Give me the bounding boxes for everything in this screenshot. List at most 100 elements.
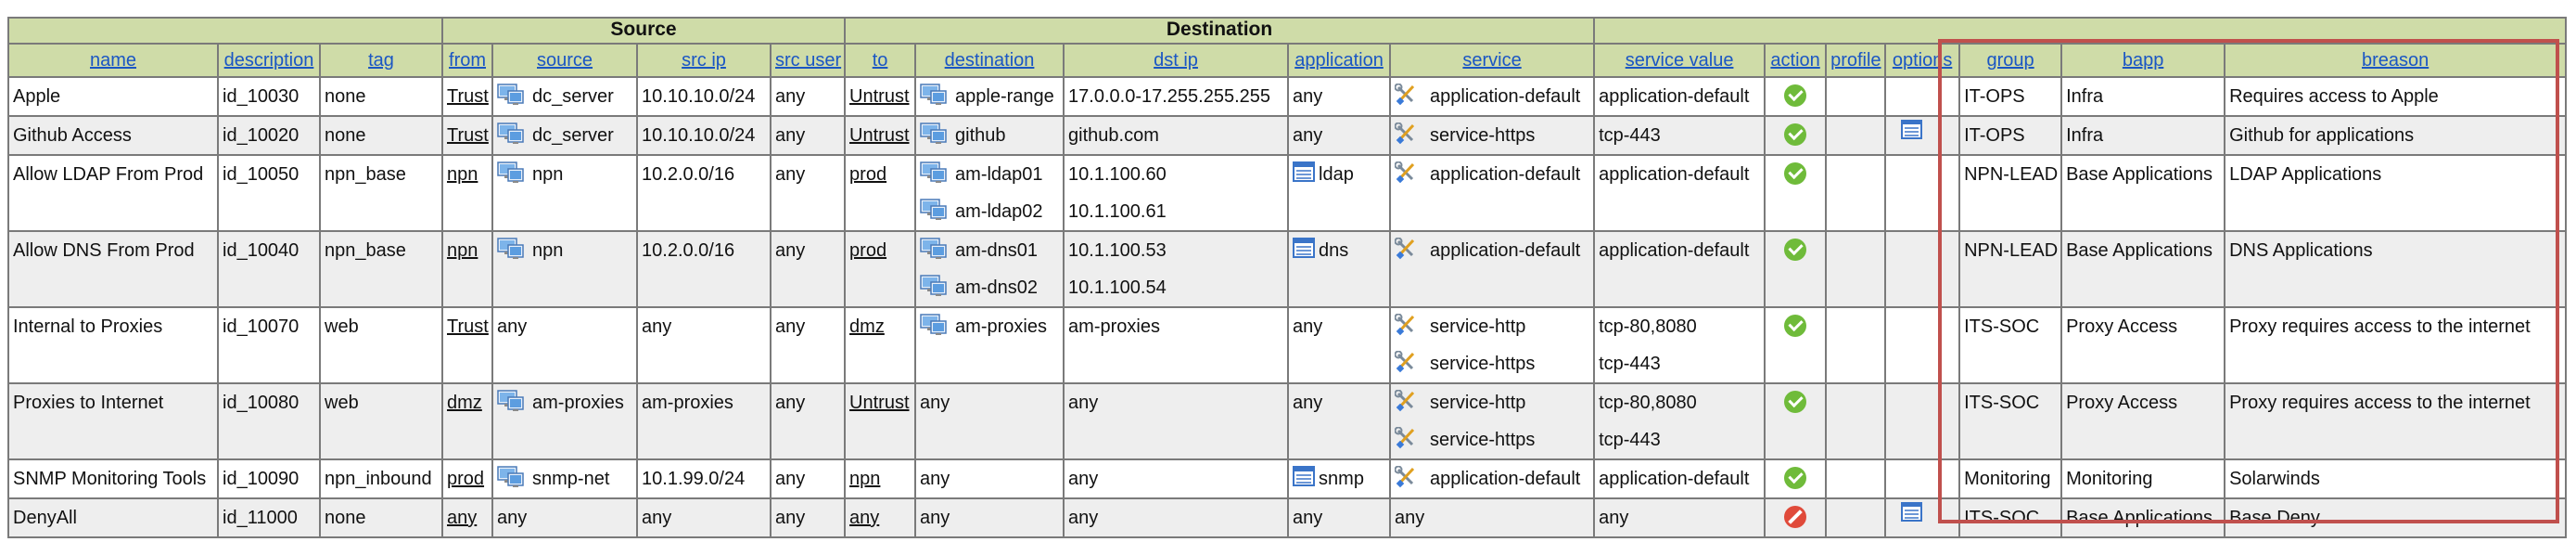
sort-link-bapp[interactable]: bapp	[2123, 50, 2164, 71]
cell-from: npn	[441, 230, 494, 308]
sort-link-service[interactable]: service	[1462, 50, 1521, 71]
cell-service: application-default	[1389, 76, 1596, 117]
service-tools-icon	[1394, 236, 1422, 273]
to-zone-link[interactable]: dmz	[849, 316, 885, 337]
sort-link-dst-ip[interactable]: dst ip	[1154, 50, 1198, 71]
dst-ip-value: any	[1068, 393, 1099, 413]
cell-src-ip: 10.2.0.0/16	[636, 154, 772, 232]
from-zone-link[interactable]: npn	[447, 164, 478, 185]
sort-link-profile[interactable]: profile	[1830, 50, 1881, 71]
table-row[interactable]: Github Access id_10020 none Trust dc_server 1…	[7, 115, 2568, 156]
table-row[interactable]: Allow DNS From Prod id_10040 npn_base npn np…	[7, 230, 2568, 308]
sort-link-action[interactable]: action	[1770, 50, 1819, 71]
sort-link-application[interactable]: application	[1294, 50, 1384, 71]
to-zone-link[interactable]: prod	[849, 164, 886, 185]
src-ip-value: 10.10.10.0/24	[642, 86, 756, 107]
cell-profile	[1825, 382, 1887, 460]
group-value: IT-OPS	[1964, 86, 2025, 107]
cell-dst-ip: am-proxies	[1063, 306, 1290, 384]
service-port-value-entry: tcp-80,8080	[1599, 309, 1760, 345]
options-icon[interactable]	[1901, 500, 1923, 536]
cell-application: any	[1287, 306, 1392, 384]
allow-check-icon	[1784, 466, 1807, 489]
service-port-value: application-default	[1599, 240, 1750, 261]
from-zone-link[interactable]: dmz	[447, 393, 482, 413]
sort-link-from[interactable]: from	[449, 50, 486, 71]
sort-link-source[interactable]: source	[537, 50, 593, 71]
cell-bapp: Infra	[2060, 76, 2226, 117]
cell-service-value: tcp-80,8080 tcp-443	[1593, 382, 1766, 460]
sort-link-group[interactable]: group	[1987, 50, 2034, 71]
address-object-icon	[497, 464, 525, 497]
rule-name: DenyAll	[13, 508, 77, 528]
source-address: snmp-net	[532, 469, 610, 489]
breason-value: Base Deny	[2229, 508, 2320, 528]
to-zone-link[interactable]: npn	[849, 469, 880, 489]
bapp-value: Infra	[2066, 125, 2104, 146]
service-value-entry: application-default	[1394, 79, 1589, 114]
src-ip-value: am-proxies	[642, 393, 733, 413]
from-zone-link[interactable]: Trust	[447, 125, 489, 146]
service-tools-icon	[1394, 121, 1422, 153]
table-row[interactable]: Apple id_10030 none Trust dc_server 10.10.10.…	[7, 76, 2568, 117]
service-port-value: application-default	[1599, 86, 1750, 107]
cell-tag: npn_base	[318, 154, 444, 232]
cell-dst-ip: any	[1063, 382, 1290, 460]
cell-service-value: application-default	[1593, 230, 1766, 308]
cell-src-ip: any	[636, 306, 772, 384]
service-port-value-entry: tcp-443	[1599, 421, 1760, 458]
table-row[interactable]: SNMP Monitoring Tools id_10090 npn_inbound…	[7, 458, 2568, 499]
sort-link-name[interactable]: name	[90, 50, 136, 71]
table-row[interactable]: Internal to Proxies id_10070 web Trust any an…	[7, 306, 2568, 384]
to-zone-link[interactable]: Untrust	[849, 125, 909, 146]
sort-link-src-user[interactable]: src user	[775, 50, 841, 71]
sort-link-options[interactable]: options	[1893, 50, 1953, 71]
table-row[interactable]: Allow LDAP From Prod id_10050 npn_base npn n…	[7, 154, 2568, 232]
service-value: application-default	[1430, 86, 1581, 107]
to-zone-link[interactable]: prod	[849, 240, 886, 261]
service-port-value-entry: application-default	[1599, 233, 1760, 269]
dst-ip-value-entry: github.com	[1068, 118, 1283, 153]
source-address: any	[497, 508, 528, 528]
from-zone-link[interactable]: Trust	[447, 86, 489, 107]
cell-destination: apple-range	[914, 76, 1065, 117]
cell-action	[1764, 154, 1828, 232]
service-value: service-https	[1430, 125, 1536, 146]
sort-link-destination[interactable]: destination	[945, 50, 1035, 71]
to-zone-link[interactable]: any	[849, 508, 879, 528]
table-row[interactable]: Proxies to Internet id_10080 web dmz am-prox…	[7, 382, 2568, 460]
cell-breason: Solarwinds	[2224, 458, 2568, 499]
cell-src-ip: 10.1.99.0/24	[636, 458, 772, 499]
source-address: am-proxies	[532, 393, 624, 413]
src-user-value: any	[775, 86, 806, 107]
sort-link-to[interactable]: to	[873, 50, 888, 71]
sort-link-service-value[interactable]: service value	[1626, 50, 1734, 71]
cell-action	[1764, 306, 1828, 384]
service-port-value: any	[1599, 508, 1629, 528]
from-zone-link[interactable]: npn	[447, 240, 478, 261]
column-header-source: source	[491, 43, 639, 78]
to-zone-link[interactable]: Untrust	[849, 86, 909, 107]
cell-options	[1884, 306, 1961, 384]
from-zone-link[interactable]: prod	[447, 469, 484, 489]
sort-link-tag[interactable]: tag	[368, 50, 394, 71]
dst-ip-value: 10.1.100.61	[1068, 201, 1167, 222]
breason-value: Proxy requires access to the internet	[2229, 393, 2531, 413]
cell-action	[1764, 76, 1828, 117]
to-zone-link[interactable]: Untrust	[849, 393, 909, 413]
bapp-value: Base Applications	[2066, 508, 2213, 528]
cell-action	[1764, 458, 1828, 499]
from-zone-link[interactable]: Trust	[447, 316, 489, 337]
sort-link-description[interactable]: description	[224, 50, 314, 71]
cell-src-user: any	[770, 497, 847, 538]
sort-link-src-ip[interactable]: src ip	[682, 50, 726, 71]
from-zone-link[interactable]: any	[447, 508, 477, 528]
cell-description: id_10040	[217, 230, 321, 308]
table-row[interactable]: DenyAll id_11000 none any any any any any any any…	[7, 497, 2568, 538]
address-object-icon	[920, 197, 948, 229]
cell-profile	[1825, 76, 1887, 117]
sort-link-breason[interactable]: breason	[2362, 50, 2429, 71]
cell-group: Monitoring	[1958, 458, 2063, 499]
allow-check-icon	[1784, 123, 1807, 146]
options-icon[interactable]	[1901, 118, 1923, 153]
